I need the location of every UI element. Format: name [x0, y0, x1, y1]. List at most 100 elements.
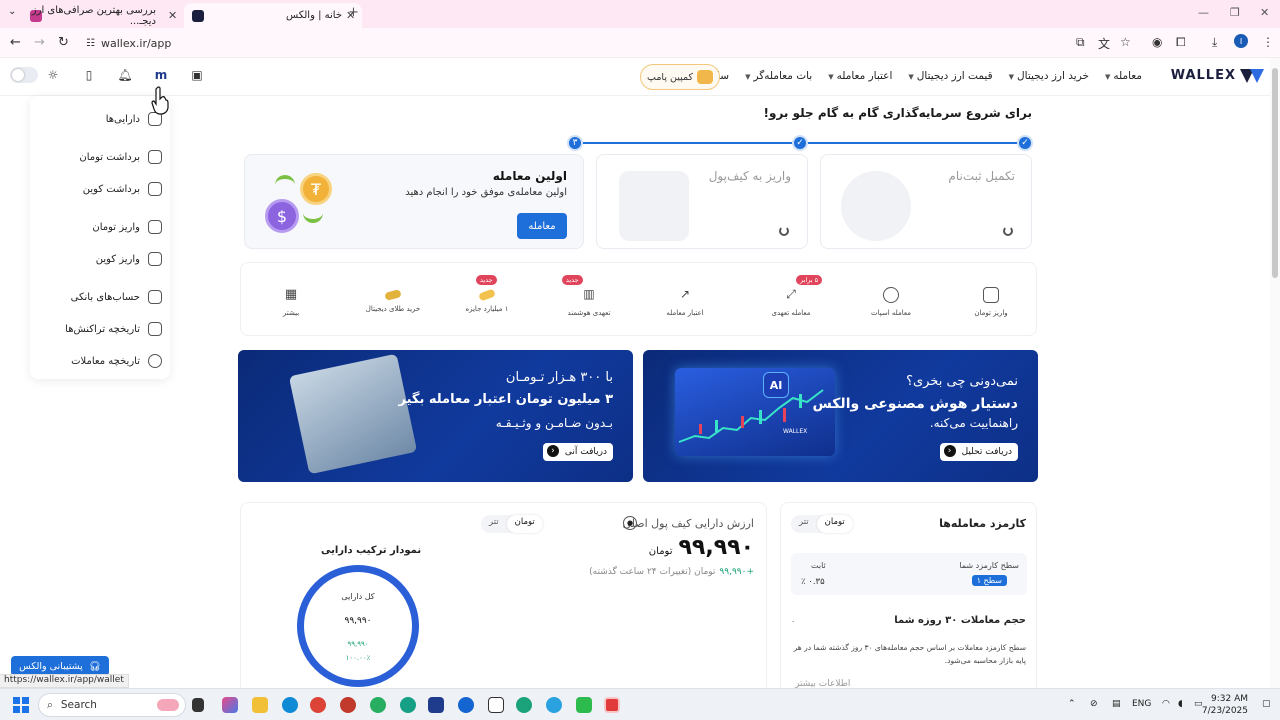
app-icon[interactable]: [458, 697, 474, 713]
quick-action-margin[interactable]: ۵ برابر ⤢ معامله تعهدی: [746, 275, 836, 317]
menu-item-deposit-toman[interactable]: واریز تومان: [92, 220, 162, 234]
ai-assistant-banner[interactable]: WALLEX AI نمی‌دونی چی بخری؟ دستیار هوش م…: [643, 350, 1038, 482]
tray-network-off-icon[interactable]: ⊘: [1090, 699, 1098, 709]
trading-fees-card: کارمزد معامله‌ها تتر تومان سطح کارمزد شم…: [780, 502, 1037, 702]
quick-action-deposit-toman[interactable]: واریز تومان: [946, 287, 1036, 317]
trade-button[interactable]: معامله: [517, 213, 567, 239]
new-tab-icon[interactable]: +: [348, 5, 359, 20]
quick-action-more[interactable]: ▦ بیشتر: [246, 287, 336, 317]
notification-bell-icon[interactable]: 🔔︎: [116, 66, 134, 84]
camtasia-icon[interactable]: [576, 697, 592, 713]
scrollbar-thumb[interactable]: [1272, 68, 1278, 278]
step-title: تکمیل ثبت‌نام: [948, 169, 1015, 183]
nav-item-trade[interactable]: معامله▼: [1105, 70, 1142, 82]
restore-icon[interactable]: ❐: [1230, 6, 1240, 19]
clock-date: 7/23/2025: [1201, 706, 1248, 716]
nav-item-trade-credit[interactable]: اعتبار معامله▼: [828, 70, 892, 82]
menu-item-transactions-history[interactable]: تاریخچه تراکنش‌ها: [65, 322, 162, 336]
app-check-icon[interactable]: [428, 697, 444, 713]
tab-inactive[interactable]: ✕ بررسی بهترین صرافی‌های ارز دیجـ...: [22, 3, 182, 28]
wallex-logo[interactable]: WALLEX: [1171, 68, 1264, 83]
chrome-profile-icon[interactable]: [340, 697, 356, 713]
tab-active[interactable]: ✕ خانه | والکس: [184, 3, 362, 28]
eye-icon[interactable]: ●: [623, 516, 637, 530]
step-card-first-trade[interactable]: اولین معامله اولین معامله‌ی موفق خود را …: [244, 154, 584, 249]
sun-icon[interactable]: ☼: [44, 66, 62, 84]
step-card-registration[interactable]: تکمیل ثبت‌نام: [820, 154, 1032, 249]
download-icon[interactable]: ⤓: [1212, 35, 1217, 50]
step-card-deposit[interactable]: واریز به کیف‌پول: [596, 154, 808, 249]
copilot-icon[interactable]: [222, 697, 238, 713]
wallet-illustration-icon: [619, 171, 689, 241]
windows-start-icon[interactable]: [13, 697, 29, 713]
quick-action-credit[interactable]: ↗ اعتبار معامله: [640, 287, 730, 317]
notepad-icon[interactable]: [488, 697, 504, 713]
menu-item-withdraw-coin[interactable]: برداشت کوین: [83, 182, 162, 196]
toggle-option-toman[interactable]: تومان: [816, 515, 853, 533]
nav-item-buy-crypto[interactable]: خرید ارز دیجیتال▼: [1009, 70, 1089, 82]
donut-percent: ۱۰۰.۰۰٪: [345, 654, 371, 662]
recorder-icon[interactable]: [604, 697, 620, 713]
mobile-app-icon[interactable]: ▯: [80, 66, 98, 84]
menu-item-label: تاریخچه معاملات: [71, 355, 140, 367]
browser-menu-icon[interactable]: ⋮: [1262, 35, 1274, 49]
wifi-icon[interactable]: ◠: [1162, 699, 1170, 709]
get-analysis-button[interactable]: دریافت تحلیل: [939, 443, 1018, 461]
window-close-icon[interactable]: ✕: [1260, 6, 1269, 19]
trades-history-icon: [148, 354, 162, 368]
tab-search-chevron-icon[interactable]: ⌄: [8, 6, 16, 17]
withdraw-coin-icon: [148, 182, 162, 196]
menu-item-bank-accounts[interactable]: حساب‌های بانکی: [71, 290, 162, 304]
theme-toggle[interactable]: [10, 67, 38, 83]
input-language[interactable]: ENG: [1132, 699, 1151, 709]
taskbar-search[interactable]: ⌕ Search: [38, 693, 186, 717]
pump-campaign-button[interactable]: کمپین پامپ: [640, 64, 720, 90]
cast-icon[interactable]: ⧉: [1076, 35, 1085, 50]
support-button[interactable]: 🎧︎ پشتیبانی والکس: [11, 656, 109, 676]
menu-item-withdraw-toman[interactable]: برداشت تومان: [79, 150, 162, 164]
telegram-icon[interactable]: [546, 697, 562, 713]
notifications-icon[interactable]: ▢: [1262, 699, 1271, 709]
chrome-profile-icon[interactable]: [516, 697, 532, 713]
reload-icon[interactable]: ↻: [58, 35, 69, 50]
quick-action-spot[interactable]: معامله اسپات: [846, 287, 936, 317]
translate-icon[interactable]: 文: [1098, 35, 1110, 52]
get-now-button[interactable]: دریافت آنی: [542, 443, 613, 461]
credit-banner-line3: بـدون ضـامـن و وثـیـقـه: [495, 416, 613, 430]
chrome-profile-icon[interactable]: [400, 697, 416, 713]
task-view-icon[interactable]: [192, 698, 204, 712]
chrome-icon[interactable]: [310, 697, 326, 713]
page-scrollbar[interactable]: [1270, 58, 1280, 688]
tray-app-icon[interactable]: ▤: [1112, 699, 1121, 709]
toggle-option-tether[interactable]: تتر: [791, 515, 817, 533]
back-icon[interactable]: ←: [10, 35, 21, 50]
toggle-option-tether[interactable]: تتر: [481, 515, 507, 533]
nav-item-crypto-price[interactable]: قیمت ارز دیجیتال▼: [908, 70, 992, 82]
quick-action-smart-margin[interactable]: جدید ▥ تعهدی هوشمند: [544, 275, 634, 317]
profile-icon[interactable]: m: [152, 66, 170, 84]
toggle-option-toman[interactable]: تومان: [506, 515, 543, 533]
volume-icon[interactable]: ◖: [1178, 699, 1183, 709]
forward-icon[interactable]: →: [34, 35, 45, 50]
credit-banner[interactable]: با ۳۰۰ هـزار تـومـان ۳ میلیون تومان اعتب…: [238, 350, 633, 482]
nav-item-trading-bot[interactable]: بات معامله‌گر▼: [745, 70, 812, 82]
minimize-icon[interactable]: —: [1198, 6, 1209, 19]
wallet-icon[interactable]: ▣: [188, 66, 206, 84]
extension-icon[interactable]: ◉: [1152, 35, 1162, 49]
edge-icon[interactable]: [282, 697, 298, 713]
tab-close-icon[interactable]: ✕: [168, 9, 177, 22]
tray-chevron-icon[interactable]: ⌃: [1068, 699, 1076, 709]
extensions-puzzle-icon[interactable]: ⧠: [1176, 35, 1186, 50]
menu-item-deposit-coin[interactable]: واریز کوین: [96, 252, 162, 266]
url-field[interactable]: ☷ wallex.ir/app: [78, 31, 1138, 55]
file-explorer-icon[interactable]: [252, 697, 268, 713]
menu-item-trades-history[interactable]: تاریخچه معاملات: [71, 354, 162, 368]
chrome-profile-icon[interactable]: [370, 697, 386, 713]
quick-action-prize[interactable]: جدید ۱ میلیارد جایزه: [442, 275, 532, 313]
ai-banner-line1: نمی‌دونی چی بخری؟: [906, 374, 1018, 389]
profile-avatar-icon[interactable]: I: [1234, 34, 1248, 48]
taskbar-clock[interactable]: 9:32 AM 7/23/2025: [1202, 693, 1248, 717]
site-info-icon[interactable]: ☷: [86, 38, 95, 49]
quick-action-gold[interactable]: خرید طلای دیجیتال: [348, 287, 438, 313]
bookmark-star-icon[interactable]: ☆: [1120, 35, 1131, 49]
